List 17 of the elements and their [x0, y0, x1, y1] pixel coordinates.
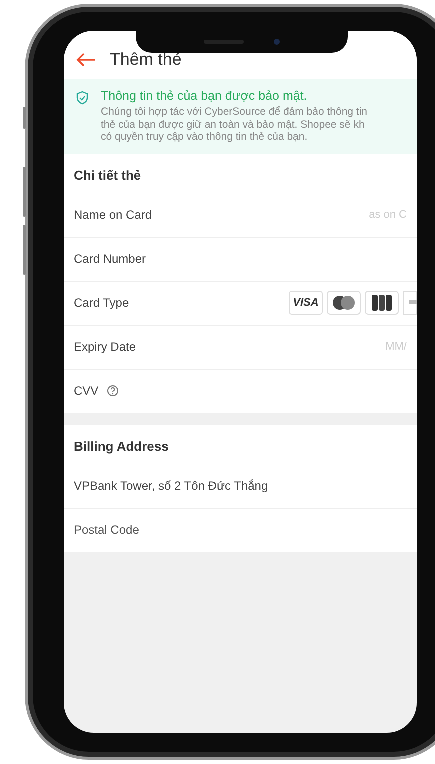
notice-title: Thông tin thẻ của bạn được bảo mật.	[101, 89, 308, 103]
field-label: Name on Card	[74, 208, 152, 222]
postal-code-field[interactable]: Postal Code	[74, 523, 407, 538]
field-label: CVV	[74, 384, 99, 398]
help-icon[interactable]	[106, 385, 119, 398]
field-label: Expiry Date	[74, 340, 136, 354]
field-label: Card Type	[74, 296, 130, 310]
shield-check-icon	[76, 91, 89, 105]
card-logo: VISA	[289, 291, 323, 316]
section-heading: Billing Address	[73, 438, 170, 456]
field-label: Card Number	[74, 252, 146, 266]
page-title: Thêm thẻ	[110, 50, 182, 70]
mastercard-logo-icon	[327, 291, 361, 316]
address-field[interactable]: VPBank Tower, số 2 Tôn Đức Thắng	[74, 478, 407, 493]
section-heading: Chi tiết thẻ	[73, 166, 142, 185]
back-arrow-icon[interactable]	[76, 52, 96, 68]
notice-description: Chúng tôi hợp tác với CyberSource để đảm bảo thông tin thẻ của bạn được giữ an toàn và bảo mật. Shopee sẽ kh có quyền truy cập vào thông tin thẻ của bạn.	[101, 106, 368, 144]
